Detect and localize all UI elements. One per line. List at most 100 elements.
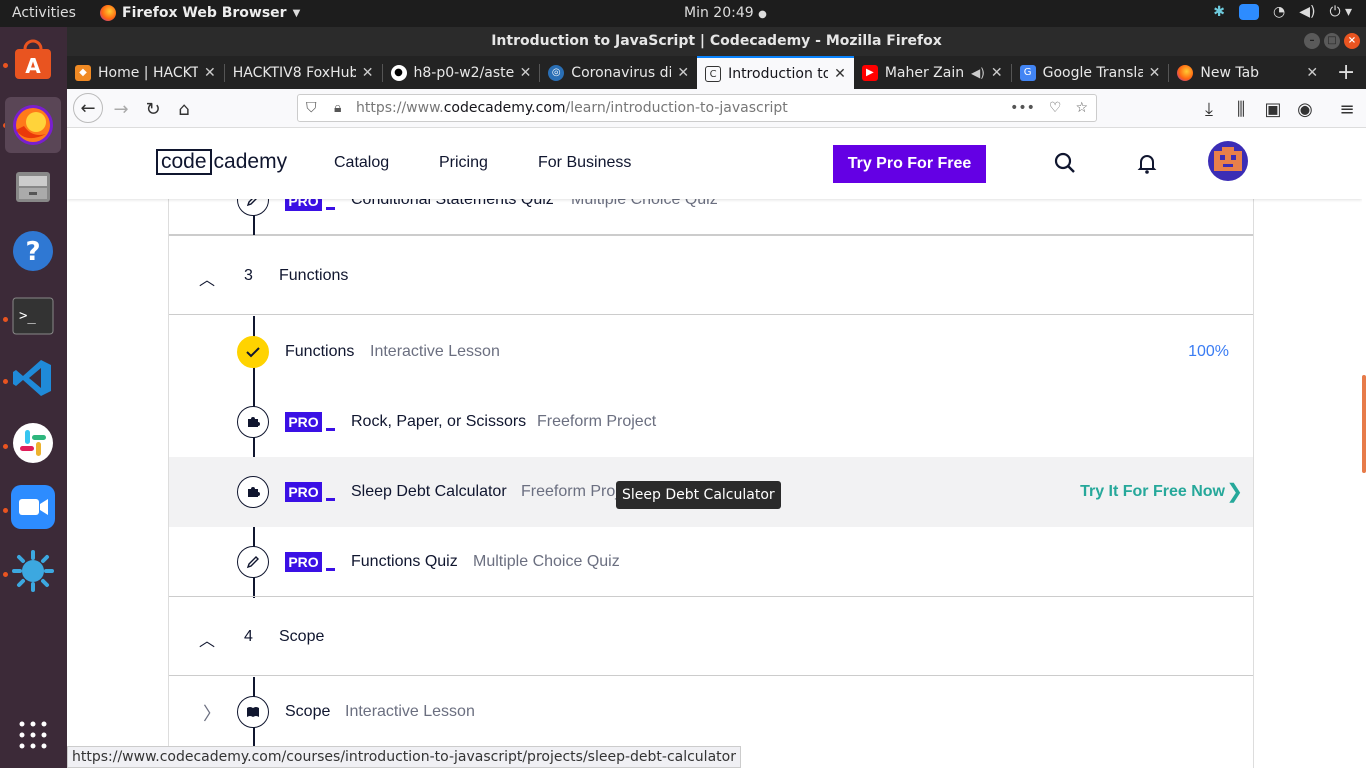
back-arrow-icon[interactable]: ← (73, 93, 103, 123)
sidebar-icon[interactable]: ▣ (1259, 95, 1287, 123)
downloads-icon[interactable]: ⤓ (1195, 95, 1223, 123)
close-tab-icon[interactable]: ✕ (991, 65, 1003, 81)
close-tab-icon[interactable]: ✕ (1306, 65, 1318, 81)
home-icon[interactable]: ⌂ (170, 95, 198, 123)
close-tab-icon[interactable]: ✕ (834, 66, 846, 82)
syllabus-item-functions[interactable]: Functions Interactive Lesson 100% (169, 317, 1253, 387)
shield-icon[interactable]: ⛉ (306, 95, 317, 121)
nav-pricing[interactable]: Pricing (439, 154, 488, 172)
account-icon[interactable]: ◉ (1291, 95, 1319, 123)
system-tray: ✱ ◔ ◀) ⏻ ▾ (1213, 4, 1352, 20)
slack-icon[interactable] (9, 419, 57, 467)
svg-text:A: A (25, 54, 41, 78)
tab-label: New Tab (1200, 64, 1260, 81)
github-icon: ● (390, 64, 407, 81)
tab-codecademy[interactable]: C Introduction to ✕ (697, 56, 854, 89)
syllabus-item-functions-quiz[interactable]: PRO Functions Quiz Multiple Choice Quiz (169, 527, 1253, 597)
power-icon[interactable]: ⏻ ▾ (1329, 4, 1352, 20)
codecademy-logo[interactable]: code cademy (156, 149, 287, 175)
chevron-up-icon[interactable]: ︿ (199, 266, 215, 290)
pocket-icon[interactable]: ♡ (1049, 95, 1062, 121)
section-title: Functions (279, 267, 349, 284)
item-type: Interactive Lesson (345, 703, 475, 720)
url-prefix: https://www. (356, 100, 444, 116)
zoom-icon[interactable] (9, 483, 57, 531)
search-icon[interactable] (1052, 150, 1078, 176)
speaker-icon[interactable]: ◀) (971, 66, 985, 80)
svg-text:?: ? (25, 237, 40, 267)
navigation-toolbar: ← → ↻ ⌂ ⛉ 🔒︎ https://www.codecademy.com/… (67, 89, 1366, 128)
bookmark-star-icon[interactable]: ☆ (1075, 95, 1088, 121)
page-scrollbar[interactable] (1362, 128, 1366, 768)
hacktiv-icon: ◆ (75, 64, 91, 81)
youtube-icon: ▶ (861, 64, 878, 81)
close-window-button[interactable]: × (1344, 33, 1360, 49)
close-tab-icon[interactable]: ✕ (677, 65, 689, 81)
zoom-tray-icon[interactable] (1238, 4, 1259, 20)
chevron-right-icon[interactable]: ❯ (1226, 479, 1243, 504)
try-pro-button[interactable]: Try Pro For Free (833, 145, 986, 183)
syllabus: PRO Conditional Statements Quiz Multiple… (168, 128, 1254, 768)
tab-strip: ◆ Home | HACKT ✕ HACKTIV8 FoxHub ✕ ● h8-… (67, 56, 1366, 89)
try-it-free-link[interactable]: Try It For Free Now (1080, 483, 1225, 501)
close-tab-icon[interactable]: ✕ (362, 65, 374, 81)
running-indicator (3, 317, 8, 322)
library-icon[interactable]: ⫼ (1227, 95, 1255, 123)
tab-coronavirus[interactable]: ◎ Coronavirus di ✕ (540, 56, 697, 89)
close-tab-icon[interactable]: ✕ (1149, 65, 1161, 81)
show-apps-grid-icon[interactable] (9, 711, 57, 759)
scrollbar-thumb[interactable] (1362, 375, 1366, 473)
reload-icon[interactable]: ↻ (139, 95, 167, 123)
tab-label: HACKTIV8 FoxHub (232, 64, 356, 81)
section-title: Scope (279, 628, 325, 645)
item-title: Rock, Paper, or Scissors (351, 413, 527, 430)
url-host: codecademy.com (443, 100, 566, 116)
section-3-header[interactable]: ︿ 3 Functions (169, 235, 1253, 315)
hamburger-menu-icon[interactable]: ≡ (1333, 95, 1361, 123)
help-icon[interactable]: ? (9, 227, 57, 275)
tab-youtube[interactable]: ▶ Maher Zain ◀) ✕ (854, 56, 1011, 89)
url-bar[interactable]: ⛉ 🔒︎ https://www.codecademy.com/learn/in… (297, 94, 1097, 122)
tab-label: Home | HACKT (98, 64, 199, 81)
syllabus-item-scope[interactable]: 〉 Scope Interactive Lesson (169, 677, 1253, 747)
quiz-pencil-icon (237, 546, 269, 578)
nav-catalog[interactable]: Catalog (334, 154, 389, 172)
wifi-icon[interactable]: ◔ (1273, 4, 1285, 20)
nav-for-business[interactable]: For Business (538, 154, 631, 172)
pro-badge: PRO (285, 482, 335, 502)
tab-new-tab[interactable]: New Tab ✕ (1169, 56, 1326, 89)
window-titlebar[interactable]: Introduction to JavaScript | Codecademy … (67, 27, 1366, 56)
splash-app-icon[interactable] (9, 547, 57, 595)
forward-arrow-icon[interactable]: → (107, 95, 135, 123)
slack-tray-icon[interactable]: ✱ (1213, 4, 1225, 20)
web-page: PRO Conditional Statements Quiz Multiple… (67, 128, 1362, 768)
vscode-icon[interactable] (9, 354, 57, 402)
tab-google-translate[interactable]: G Google Transla ✕ (1012, 56, 1169, 89)
tab-github[interactable]: ● h8-p0-w2/aste ✕ (383, 56, 540, 89)
tab-foxhub[interactable]: HACKTIV8 FoxHub ✕ (225, 56, 382, 89)
new-tab-button[interactable]: + (1326, 56, 1366, 89)
avatar[interactable] (1208, 141, 1248, 181)
close-tab-icon[interactable]: ✕ (204, 65, 216, 81)
bell-icon[interactable] (1134, 150, 1160, 176)
tab-label: Google Transla (1042, 64, 1143, 81)
files-icon[interactable] (9, 162, 57, 210)
volume-icon[interactable]: ◀) (1299, 4, 1315, 20)
app-menu[interactable]: Firefox Web Browser ▼ (100, 5, 300, 21)
activities-button[interactable]: Activities (12, 5, 76, 21)
section-4-header[interactable]: ︿ 4 Scope (169, 596, 1253, 676)
maximize-button[interactable]: □ (1324, 33, 1340, 49)
tab-hacktiv-home[interactable]: ◆ Home | HACKT ✕ (67, 56, 224, 89)
clock[interactable]: Min 20:49 ● (684, 5, 767, 21)
syllabus-item-rock-paper-scissors[interactable]: PRO Rock, Paper, or Scissors Freeform Pr… (169, 387, 1253, 457)
lock-icon[interactable]: 🔒︎ (334, 95, 341, 121)
terminal-icon[interactable]: >_ (9, 292, 57, 340)
more-actions-icon[interactable]: ••• (1010, 95, 1035, 121)
software-center-icon[interactable]: A (9, 37, 57, 85)
minimize-button[interactable]: – (1304, 33, 1320, 49)
close-tab-icon[interactable]: ✕ (520, 65, 532, 81)
chevron-up-icon[interactable]: ︿ (199, 627, 215, 651)
firefox-dock-icon[interactable] (5, 97, 61, 153)
chevron-right-icon[interactable]: 〉 (203, 700, 221, 726)
app-menu-label: Firefox Web Browser (122, 5, 287, 21)
